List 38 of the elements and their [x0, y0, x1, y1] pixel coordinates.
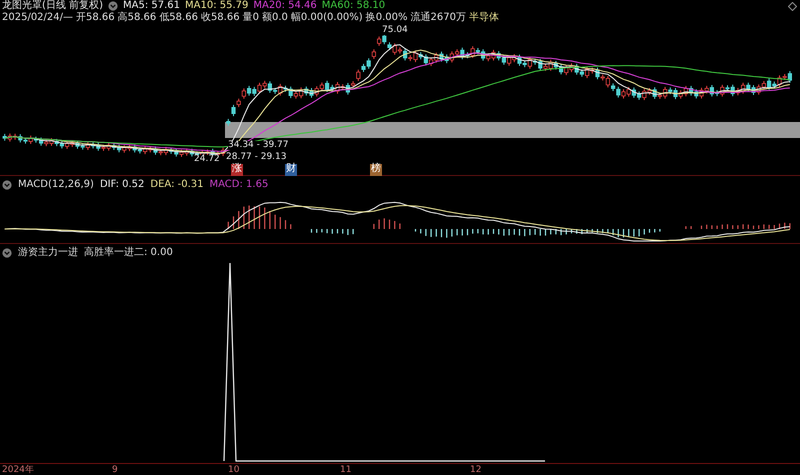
diamond-icon[interactable] — [788, 2, 797, 10]
sector-label: 半导体 — [468, 13, 499, 23]
quote-value: 收58.66 — [200, 13, 240, 23]
moving-average-value: MA20: 54.46 — [253, 1, 317, 11]
quote-value: 流通2670万 — [410, 13, 466, 23]
collapse-icon[interactable] — [108, 1, 118, 11]
event-tag: 财 — [285, 164, 297, 176]
axis-label: 11 — [340, 466, 352, 475]
axis-label: 2024年 — [2, 466, 34, 475]
stock-title: 龙图光罩(日线 前复权) — [2, 1, 103, 11]
quote-value: 额0.0 — [262, 13, 288, 23]
price-label: 75.04 — [382, 26, 408, 35]
price-label: 28.77 - 29.13 — [226, 153, 286, 162]
indicator-title: 游资主力一进 — [18, 248, 78, 258]
price-label: 24.72 — [194, 155, 220, 164]
quote-date: 2025/02/24/— — [2, 13, 74, 23]
price-label: 34.34 - 39.77 — [228, 141, 288, 150]
event-tag: 涨 — [231, 164, 243, 176]
quote-value: 幅0.00(0.00%) — [290, 13, 363, 23]
macd-value: DIF: 0.52 — [100, 180, 144, 190]
moving-average-value: MA60: 58.10 — [322, 1, 386, 11]
collapse-icon[interactable] — [2, 180, 12, 190]
quote-value: 高58.66 — [118, 13, 156, 23]
moving-average-value: MA5: 57.61 — [122, 1, 180, 11]
axis-label: 9 — [112, 466, 118, 475]
macd-value: MACD: 1.65 — [210, 180, 268, 190]
macd-title: MACD(12,26,9) — [18, 180, 94, 190]
axis-label: 12 — [470, 466, 482, 475]
quote-value: 开58.66 — [76, 13, 115, 23]
quote-value: 低58.66 — [159, 13, 198, 23]
event-tag: 榜 — [370, 164, 382, 176]
indicator-value: 高胜率一进二: 0.00 — [84, 248, 173, 258]
moving-average-value: MA10: 55.79 — [185, 1, 248, 11]
axis-label: 10 — [228, 466, 240, 475]
quote-value: 换0.00% — [366, 13, 408, 23]
quote-value: 量0 — [242, 13, 259, 23]
macd-value: DEA: -0.31 — [150, 180, 204, 190]
collapse-icon[interactable] — [2, 248, 12, 258]
